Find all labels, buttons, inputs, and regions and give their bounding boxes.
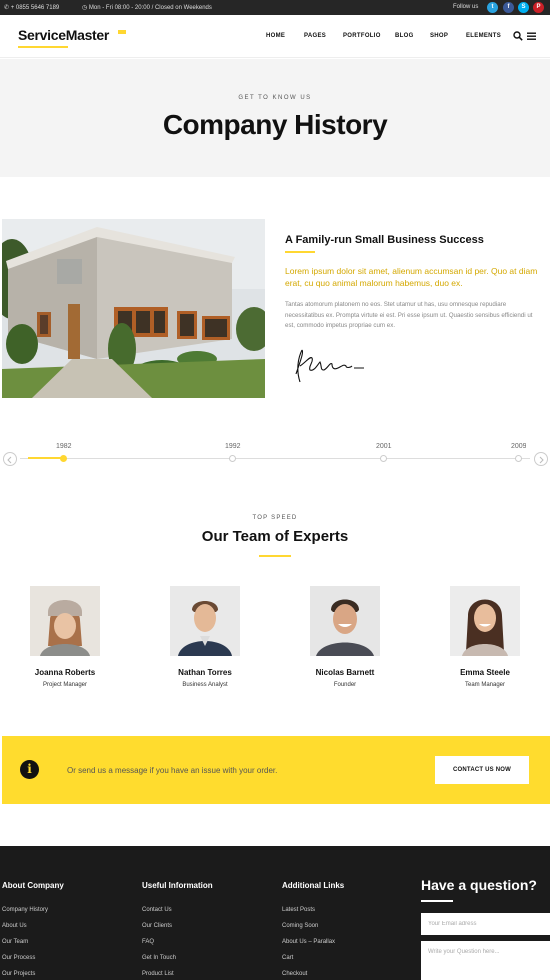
question-title: Have a question?	[421, 877, 537, 893]
team-member-photo	[450, 586, 520, 656]
team-member-name: Emma Steele	[460, 668, 510, 677]
timeline-year-1982[interactable]: 1982	[56, 443, 72, 450]
nav-elements[interactable]: ELEMENTS	[466, 33, 501, 39]
skype-icon[interactable]: S	[518, 2, 529, 13]
contact-us-button[interactable]: CONTACT US NOW	[435, 756, 529, 784]
phone-number: ✆ + 0855 5646 7189	[4, 5, 60, 11]
timeline-year-1992[interactable]: 1992	[225, 443, 241, 450]
footer-link[interactable]: About Us – Parallax	[282, 939, 344, 955]
team-member-photo	[170, 586, 240, 656]
cta-message: Or send us a message if you have an issu…	[67, 766, 278, 775]
team-kicker: TOP SPEED	[252, 515, 298, 521]
team-member-name: Nathan Torres	[178, 668, 232, 677]
chevron-right-icon	[539, 456, 544, 464]
nav-pages[interactable]: PAGES	[304, 33, 326, 39]
team-member-photo	[310, 586, 380, 656]
twitter-icon[interactable]: t	[487, 2, 498, 13]
opening-hours: ◷ Mon - Fri 08:00 - 20:00 / Closed on We…	[82, 5, 212, 11]
follow-us-label: Follow us	[453, 4, 479, 10]
footer-link[interactable]: Our Projects	[2, 971, 64, 980]
timeline-prev-button[interactable]	[3, 452, 17, 466]
site-logo[interactable]: ServiceMaster	[18, 27, 109, 43]
footer-link[interactable]: Latest Posts	[282, 907, 344, 923]
nav-portfolio[interactable]: PORTFOLIO	[343, 33, 381, 39]
logo-accent	[118, 30, 126, 34]
nav-home[interactable]: HOME	[266, 33, 285, 39]
timeline-track	[20, 458, 530, 459]
question-textarea[interactable]	[421, 941, 550, 980]
timeline-dot-1982[interactable]	[60, 455, 67, 462]
page-title: Company History	[162, 109, 388, 140]
site-header: ServiceMaster HOME PAGES PORTFOLIO BLOG …	[0, 15, 550, 58]
footer-link[interactable]: Our Process	[2, 955, 64, 971]
signature-image	[295, 349, 364, 383]
about-lead-text: Lorem ipsum dolor sit amet, alienum accu…	[285, 266, 538, 288]
team-member-role: Founder	[333, 682, 357, 688]
footer-link[interactable]: Cart	[282, 955, 344, 971]
timeline-dot-2001[interactable]	[380, 455, 387, 462]
footer-column-info: Useful Information Contact Us Our Client…	[142, 881, 213, 980]
team-member-role: Project Manager	[42, 682, 88, 688]
contact-cta-band: i Or send us a message if you have an is…	[2, 736, 550, 804]
menu-icon[interactable]	[527, 31, 536, 41]
facebook-icon[interactable]: f	[503, 2, 514, 13]
question-divider	[421, 900, 453, 902]
footer-link[interactable]: Contact Us	[142, 907, 213, 923]
timeline-year-2009[interactable]: 2009	[511, 443, 526, 450]
about-body-text: Tantas atomorum platonem no eos. Stet ut…	[285, 301, 533, 329]
footer-link[interactable]: Company History	[2, 907, 64, 923]
team-member-photo	[30, 586, 100, 656]
footer-column-title: About Company	[2, 881, 64, 890]
page-kicker: GET TO KNOW US	[238, 95, 312, 101]
page-title-section: GET TO KNOW US Company History	[0, 59, 550, 177]
timeline-dot-2009[interactable]	[515, 455, 522, 462]
footer-link[interactable]: Coming Soon	[282, 923, 344, 939]
footer-column-about: About Company Company History About Us O…	[2, 881, 64, 980]
chevron-left-icon	[7, 456, 12, 464]
team-title: Our Team of Experts	[201, 528, 349, 545]
footer-link[interactable]: Our Clients	[142, 923, 213, 939]
timeline-year-2001[interactable]: 2001	[376, 443, 392, 450]
building-photo	[2, 219, 265, 398]
about-divider	[285, 251, 315, 253]
team-member-role: Team Manager	[464, 682, 506, 688]
email-field[interactable]	[421, 913, 550, 935]
pinterest-icon[interactable]: P	[533, 2, 544, 13]
footer-link[interactable]: Get In Touch	[142, 955, 213, 971]
info-icon: i	[20, 760, 39, 779]
logo-underline	[18, 46, 68, 48]
footer-column-title: Additional Links	[282, 881, 345, 890]
phone-icon: ✆	[4, 5, 10, 11]
search-icon[interactable]	[513, 31, 523, 41]
footer-link[interactable]: Product List	[142, 971, 213, 980]
nav-blog[interactable]: BLOG	[395, 33, 414, 39]
footer-link[interactable]: Our Team	[2, 939, 64, 955]
team-member-name: Nicolas Barnett	[315, 668, 375, 677]
timeline-next-button[interactable]	[534, 452, 548, 466]
nav-shop[interactable]: SHOP	[430, 33, 448, 39]
team-divider	[259, 555, 291, 557]
footer-link[interactable]: About Us	[2, 923, 64, 939]
footer-link[interactable]: Checkout	[282, 971, 344, 980]
footer-column-links: Additional Links Latest Posts Coming Soo…	[282, 881, 344, 980]
footer-column-title: Useful Information	[142, 881, 213, 890]
team-member-role: Business Analyst	[182, 682, 228, 688]
clock-icon: ◷	[82, 5, 88, 11]
footer-link[interactable]: FAQ	[142, 939, 213, 955]
about-title: A Family-run Small Business Success	[285, 234, 484, 246]
site-footer: About Company Company History About Us O…	[0, 846, 550, 980]
top-bar: ✆ + 0855 5646 7189 ◷ Mon - Fri 08:00 - 2…	[0, 0, 550, 15]
team-member-name: Joanna Roberts	[34, 668, 96, 677]
timeline-dot-1992[interactable]	[229, 455, 236, 462]
